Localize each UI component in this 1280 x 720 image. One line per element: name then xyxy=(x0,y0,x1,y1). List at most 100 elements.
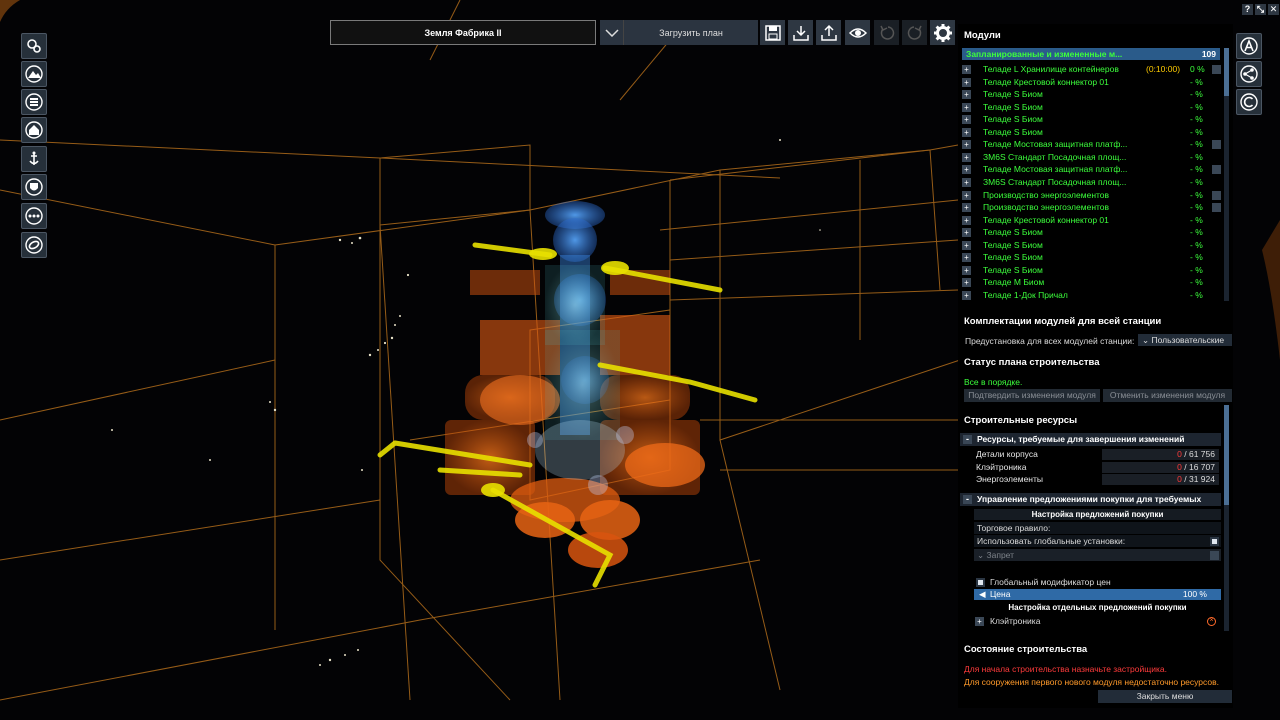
expand-icon[interactable]: + xyxy=(962,165,971,175)
slider-left-icon[interactable]: ◀ xyxy=(979,589,986,600)
module-row[interactable]: + Теладе Крестовой коннектор 01 - % xyxy=(962,76,1220,88)
close-menu-button[interactable]: Закрыть меню xyxy=(1098,690,1232,703)
module-name: Производство энергоэлементов xyxy=(983,202,1110,213)
module-row[interactable]: + ЗМ6S Стандарт Посадочная площ... - % xyxy=(962,176,1220,188)
undo-button[interactable] xyxy=(874,20,899,45)
expand-icon[interactable]: + xyxy=(975,617,984,626)
close-window-button[interactable]: ✕ xyxy=(1268,4,1279,15)
edit-icon[interactable] xyxy=(1212,65,1221,74)
gear-cluster-icon xyxy=(27,39,41,53)
settings-button[interactable] xyxy=(930,20,955,45)
expand-icon[interactable]: + xyxy=(962,190,971,200)
edit-icon[interactable] xyxy=(1212,190,1221,200)
left-btn-shield[interactable] xyxy=(21,174,47,200)
module-progress: - % xyxy=(1190,139,1203,150)
edit-icon[interactable] xyxy=(1212,165,1221,175)
expand-icon[interactable]: + xyxy=(962,77,971,87)
module-row[interactable]: + Теладе S Биом - % xyxy=(962,126,1220,138)
module-row[interactable]: + Теладе S Биом - % xyxy=(962,264,1220,276)
expand-icon[interactable]: + xyxy=(962,140,971,150)
expand-icon[interactable]: + xyxy=(962,115,971,125)
remove-offer-icon[interactable]: × xyxy=(1207,617,1216,626)
module-row[interactable]: + Теладе S Биом - % xyxy=(962,251,1220,263)
expand-icon[interactable]: + xyxy=(962,90,971,100)
right-btn-a[interactable] xyxy=(1236,33,1262,59)
expand-icon[interactable]: + xyxy=(962,127,971,137)
eye-icon xyxy=(848,27,867,38)
export-plan-button[interactable] xyxy=(816,20,841,45)
module-row[interactable]: + Теладе Мостовая защитная платф... - % xyxy=(962,163,1221,175)
left-btn-gears[interactable] xyxy=(21,33,47,59)
visibility-button[interactable] xyxy=(845,20,870,45)
left-btn-database[interactable] xyxy=(21,89,47,115)
use-global-row[interactable]: Использовать глобальные установки: xyxy=(974,535,1221,547)
expand-icon[interactable]: + xyxy=(962,203,971,213)
import-plan-button[interactable] xyxy=(788,20,813,45)
collapse-icon[interactable]: - xyxy=(963,495,972,504)
save-plan-button[interactable] xyxy=(760,20,785,45)
modules-scroll-thumb[interactable] xyxy=(1224,48,1229,96)
module-row[interactable]: + Теладе S Биом - % xyxy=(962,101,1220,113)
resize-button[interactable]: ⤡ xyxy=(1255,4,1266,15)
expand-icon[interactable]: + xyxy=(962,102,971,112)
resource-have: 0 xyxy=(1177,449,1182,459)
price-slider[interactable]: ◀ Цена 100 % xyxy=(974,589,1221,600)
module-time: (0:10:00) xyxy=(1146,64,1181,74)
resources-scroll-thumb[interactable] xyxy=(1224,405,1229,505)
expand-icon[interactable]: + xyxy=(962,177,971,187)
use-global-checkbox[interactable] xyxy=(1210,537,1219,546)
module-row[interactable]: + Теладе Крестовой коннектор 01 - % xyxy=(962,214,1220,226)
required-resources-header[interactable]: - Ресурсы, требуемые для завершения изме… xyxy=(960,433,1221,446)
expand-icon[interactable]: + xyxy=(962,278,971,288)
expand-icon[interactable]: + xyxy=(962,215,971,225)
left-btn-home[interactable] xyxy=(21,117,47,143)
expand-icon[interactable]: + xyxy=(962,253,971,263)
collapse-icon[interactable]: - xyxy=(963,435,972,444)
module-row[interactable]: + Теладе S Биом - % xyxy=(962,88,1220,100)
preset-select[interactable]: ⌄ Пользовательские xyxy=(1138,334,1232,346)
resource-progress-bar: 0 / 61 756 xyxy=(1102,449,1219,460)
buy-offers-header[interactable]: - Управление предложениями покупки для т… xyxy=(960,493,1221,517)
expand-icon[interactable]: + xyxy=(962,152,971,162)
trade-rule-select[interactable]: ⌄ Запрет xyxy=(974,549,1221,561)
shield-icon xyxy=(25,178,43,196)
help-button[interactable]: ? xyxy=(1242,4,1253,15)
module-row[interactable]: + Производство энергоэлементов - % xyxy=(962,201,1221,213)
left-btn-anchor[interactable] xyxy=(21,146,47,172)
edit-icon[interactable] xyxy=(1212,203,1221,213)
confirm-changes-button[interactable]: Подтвердить изменения модуля xyxy=(964,389,1100,402)
right-btn-c[interactable] xyxy=(1236,89,1262,115)
expand-icon[interactable]: + xyxy=(962,290,971,300)
redo-button[interactable] xyxy=(902,20,927,45)
module-row[interactable]: + Производство энергоэлементов - % xyxy=(962,189,1221,201)
module-row[interactable]: + Теладе 1-Док Причал - % xyxy=(962,289,1220,301)
left-btn-mountain[interactable] xyxy=(21,61,47,87)
load-plan-dropdown[interactable]: Загрузить план xyxy=(600,20,758,45)
modules-list-header[interactable]: Запланированные и измененные м... 109 xyxy=(962,48,1220,60)
expand-icon[interactable]: + xyxy=(962,228,971,238)
module-name: Теладе S Биом xyxy=(983,114,1043,125)
expand-icon[interactable]: + xyxy=(962,265,971,275)
upload-icon xyxy=(820,24,837,41)
module-row[interactable]: + Теладе S Биом - % xyxy=(962,226,1220,238)
left-btn-more[interactable] xyxy=(21,203,47,229)
global-modifier-checkbox[interactable] xyxy=(976,578,985,587)
edit-icon[interactable] xyxy=(1210,551,1219,560)
left-btn-ring[interactable] xyxy=(21,232,47,258)
module-progress: 0 % xyxy=(1190,64,1205,74)
plan-name-field[interactable]: Земля Фабрика II xyxy=(330,20,596,45)
module-name: Теладе S Биом xyxy=(983,101,1043,112)
module-row[interactable]: + Теладе М Биом - % xyxy=(962,276,1220,288)
module-row[interactable]: + Теладе Мостовая защитная платф... - % xyxy=(962,138,1221,150)
right-btn-share[interactable] xyxy=(1236,61,1262,87)
module-name: ЗМ6S Стандарт Посадочная площ... xyxy=(983,151,1127,162)
module-row[interactable]: + ЗМ6S Стандарт Посадочная площ... - % xyxy=(962,151,1220,163)
cancel-changes-button[interactable]: Отменить изменения модуля xyxy=(1103,389,1232,402)
expand-icon[interactable]: + xyxy=(962,240,971,250)
resources-scrollbar[interactable] xyxy=(1224,405,1229,631)
module-row[interactable]: + Теладе L Хранилище контейнеров (0:10:00)… xyxy=(962,63,1221,75)
edit-icon[interactable] xyxy=(1212,140,1221,150)
expand-icon[interactable]: + xyxy=(962,65,971,74)
module-row[interactable]: + Теладе S Биом - % xyxy=(962,239,1220,251)
module-row[interactable]: + Теладе S Биом - % xyxy=(962,113,1220,125)
